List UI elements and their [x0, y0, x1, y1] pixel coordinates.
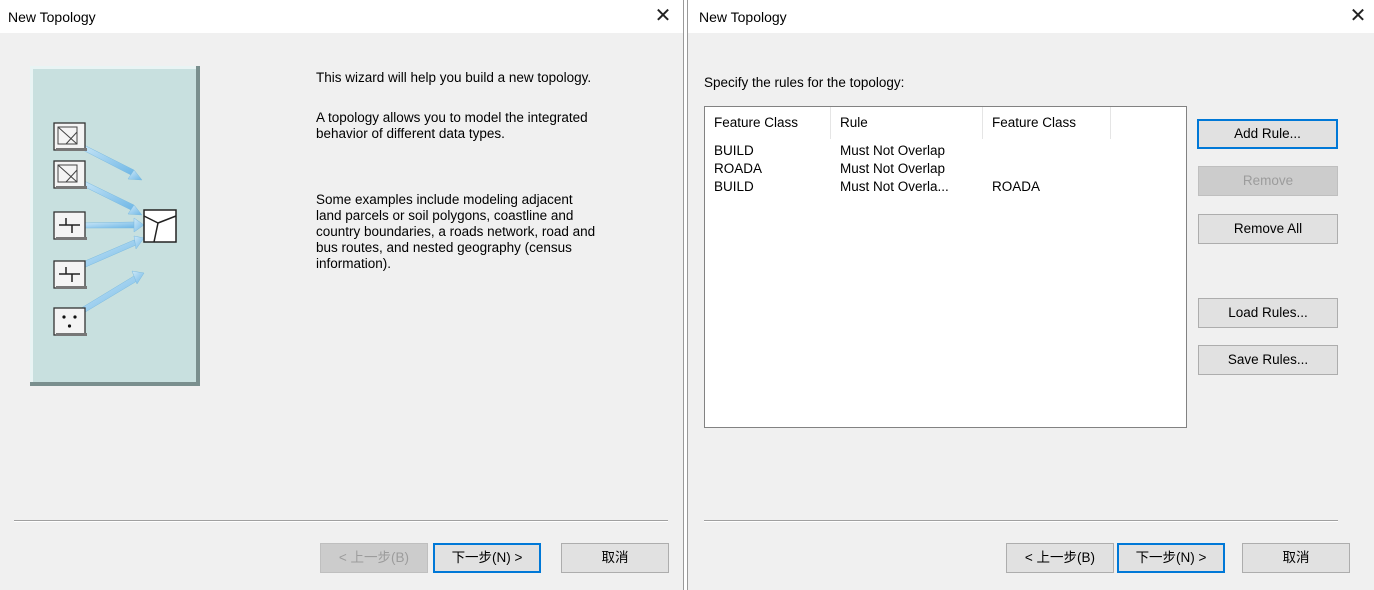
- intro-paragraph: This wizard will help you build a new to…: [316, 70, 592, 85]
- column-header-feature-class[interactable]: Feature Class: [705, 107, 831, 139]
- line-feature-icon: [53, 260, 87, 289]
- dialog-title: New Topology: [8, 9, 96, 25]
- row-feature-class-1: ROADA: [714, 161, 763, 176]
- remove-button[interactable]: Remove: [1198, 166, 1338, 196]
- wizard-description: This wizard will help you build a new to…: [316, 70, 596, 272]
- add-rule-button[interactable]: Add Rule...: [1197, 119, 1338, 149]
- topology-icon: [143, 209, 177, 243]
- cancel-button[interactable]: 取消: [1242, 543, 1350, 573]
- footer-separator: [14, 520, 668, 522]
- remove-all-button[interactable]: Remove All: [1198, 214, 1338, 244]
- row-feature-class-2: ROADA: [992, 179, 1041, 194]
- examples-paragraph: Some examples include modeling adjacent …: [316, 192, 596, 271]
- rules-list[interactable]: Feature Class Rule Feature Class BUILD M…: [704, 106, 1187, 428]
- back-button[interactable]: < 上一步(B): [320, 543, 428, 573]
- rules-prompt-label: Specify the rules for the topology:: [704, 75, 905, 90]
- save-rules-button[interactable]: Save Rules...: [1198, 345, 1338, 375]
- table-row[interactable]: BUILD Must Not Overla... ROADA: [705, 179, 1186, 197]
- title-bar: New Topology ✕: [688, 0, 1374, 33]
- polygon-feature-icon: [53, 122, 87, 151]
- point-feature-icon: [53, 307, 87, 336]
- close-button[interactable]: ✕: [1346, 4, 1370, 28]
- back-button[interactable]: < 上一步(B): [1006, 543, 1114, 573]
- title-bar: New Topology ✕: [0, 0, 683, 33]
- row-feature-class-1: BUILD: [714, 179, 754, 194]
- cancel-button[interactable]: 取消: [561, 543, 669, 573]
- row-rule: Must Not Overla...: [840, 179, 949, 194]
- close-button[interactable]: ✕: [651, 4, 675, 28]
- load-rules-button[interactable]: Load Rules...: [1198, 298, 1338, 328]
- wizard-illustration: [30, 66, 200, 386]
- next-button[interactable]: 下一步(N) >: [1117, 543, 1225, 573]
- row-feature-class-1: BUILD: [714, 143, 754, 158]
- dialog-title: New Topology: [699, 9, 787, 25]
- table-row[interactable]: BUILD Must Not Overlap: [705, 143, 1186, 161]
- polygon-feature-icon: [53, 160, 87, 189]
- table-row[interactable]: ROADA Must Not Overlap: [705, 161, 1186, 179]
- row-rule: Must Not Overlap: [840, 161, 946, 176]
- definition-paragraph: A topology allows you to model the integ…: [316, 110, 588, 141]
- column-header-feature-class-2[interactable]: Feature Class: [983, 107, 1111, 139]
- next-button[interactable]: 下一步(N) >: [433, 543, 541, 573]
- column-header-rule[interactable]: Rule: [831, 107, 983, 139]
- arrow-icon: [76, 141, 145, 315]
- line-feature-icon: [53, 211, 87, 240]
- new-topology-welcome-dialog: New Topology ✕ This wizard will help you…: [0, 0, 684, 590]
- footer-separator: [704, 520, 1338, 522]
- new-topology-rules-dialog: New Topology ✕ Specify the rules for the…: [687, 0, 1374, 590]
- row-rule: Must Not Overlap: [840, 143, 946, 158]
